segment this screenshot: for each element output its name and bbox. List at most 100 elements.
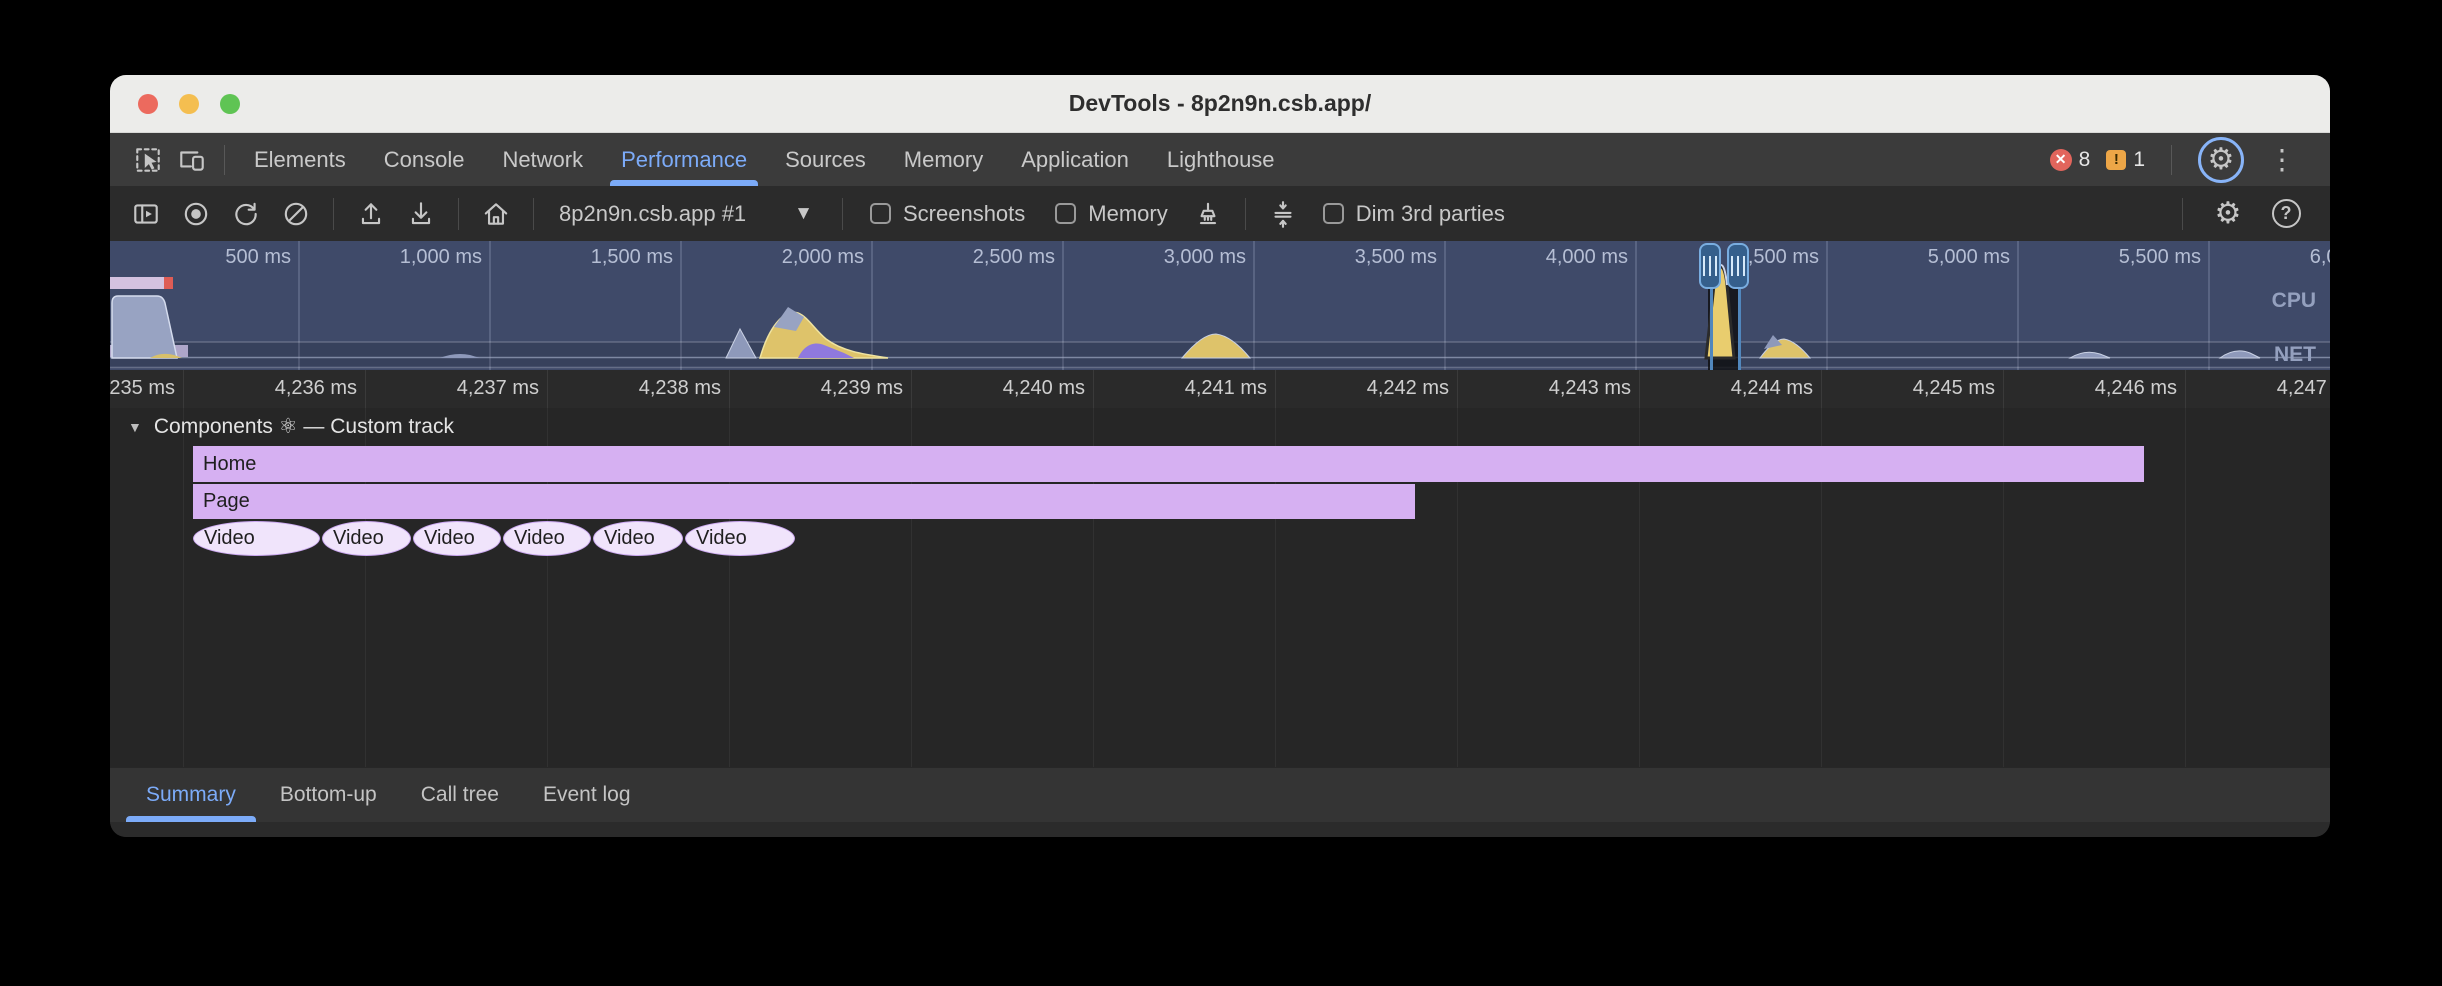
gridline	[365, 370, 366, 408]
track-bar-home[interactable]: Home	[193, 446, 2144, 482]
screenshots-checkbox[interactable]: Screenshots	[870, 201, 1025, 227]
gridline	[2185, 408, 2186, 767]
tab-application[interactable]: Application	[1002, 133, 1148, 186]
ruler-tick-label: 4,238 ms	[571, 377, 721, 400]
divider	[842, 198, 843, 230]
toggle-sidebar-button[interactable]	[124, 192, 168, 236]
ruler-tick-label: 4,247 ms	[2209, 377, 2330, 400]
tab-call-tree[interactable]: Call tree	[399, 768, 521, 822]
tab-event-log[interactable]: Event log	[521, 768, 653, 822]
capture-settings-button[interactable]: ⚙	[2206, 192, 2250, 236]
flame-chart[interactable]: ▼ Components ⚛ — Custom track HomePageVi…	[110, 408, 2330, 767]
settings-button-focused[interactable]: ⚙	[2198, 137, 2244, 183]
window-title: DevTools - 8p2n9n.csb.app/	[1069, 90, 1371, 117]
track-bar-page[interactable]: Page	[193, 484, 1415, 519]
ruler-tick-label: 4,241 ms	[1117, 377, 1267, 400]
toolbar-right: ⚙ ?	[2173, 192, 2316, 236]
grip-icon	[1731, 256, 1745, 276]
tab-network[interactable]: Network	[483, 133, 602, 186]
track-bar-video[interactable]: Video	[322, 521, 411, 556]
zoom-window-button[interactable]	[220, 94, 240, 114]
gridline	[1639, 370, 1640, 408]
close-window-button[interactable]	[138, 94, 158, 114]
ruler-tick-label: 4,242 ms	[1299, 377, 1449, 400]
load-profile-icon[interactable]	[349, 192, 393, 236]
collapse-tracks-icon[interactable]	[1261, 192, 1305, 236]
gridline	[2185, 370, 2186, 408]
tab-lighthouse[interactable]: Lighthouse	[1148, 133, 1294, 186]
details-tabbar: SummaryBottom-upCall treeEvent log	[110, 767, 2330, 822]
tab-bottom-up[interactable]: Bottom-up	[258, 768, 399, 822]
more-options-button[interactable]: ⋮	[2260, 138, 2304, 182]
ruler-tick-label: 4,240 ms	[935, 377, 1085, 400]
disclosure-triangle-icon[interactable]: ▼	[128, 419, 142, 435]
ruler-tick-label: 4,235 ms	[110, 377, 175, 400]
kebab-menu-icon: ⋮	[2268, 143, 2296, 176]
gear-icon: ⚙	[2215, 199, 2242, 229]
warning-count: 1	[2133, 148, 2145, 172]
checkbox-icon	[1323, 203, 1344, 224]
timeline-overview[interactable]: 500 ms1,000 ms1,500 ms2,000 ms2,500 ms3,…	[110, 241, 2330, 370]
gridline	[183, 408, 184, 767]
track-bar-video[interactable]: Video	[593, 521, 683, 556]
save-profile-icon[interactable]	[399, 192, 443, 236]
timeline-ruler[interactable]: 4,235 ms4,236 ms4,237 ms4,238 ms4,239 ms…	[110, 370, 2330, 408]
gridline	[729, 370, 730, 408]
error-count: 8	[2079, 148, 2091, 172]
panel-tabs: ElementsConsoleNetworkPerformanceSources…	[235, 133, 1294, 186]
custom-track-title: Components ⚛ — Custom track	[154, 414, 454, 439]
cpu-label: CPU	[2272, 289, 2316, 313]
tab-console[interactable]: Console	[365, 133, 484, 186]
checkbox-icon	[870, 203, 891, 224]
track-bar-video[interactable]: Video	[503, 521, 591, 556]
gridline	[2003, 370, 2004, 408]
device-toolbar-icon[interactable]	[170, 138, 214, 182]
dim-3rd-parties-checkbox[interactable]: Dim 3rd parties	[1323, 201, 1505, 227]
warning-icon: !	[2106, 150, 2126, 170]
tab-elements[interactable]: Elements	[235, 133, 365, 186]
titlebar: DevTools - 8p2n9n.csb.app/	[110, 75, 2330, 133]
performance-toolbar: 8p2n9n.csb.app #1 ▼ Screenshots Memory	[110, 186, 2330, 241]
traffic-lights	[138, 94, 240, 114]
ruler-tick-label: 4,237 ms	[389, 377, 539, 400]
record-button[interactable]	[174, 192, 218, 236]
reload-and-record-button[interactable]	[224, 192, 268, 236]
minimize-window-button[interactable]	[179, 94, 199, 114]
tab-summary[interactable]: Summary	[124, 768, 258, 822]
warning-badge[interactable]: ! 1	[2106, 148, 2145, 172]
track-bar-video[interactable]: Video	[685, 521, 795, 556]
tab-performance[interactable]: Performance	[602, 133, 766, 186]
divider	[224, 145, 225, 175]
clear-recording-button[interactable]	[274, 192, 318, 236]
error-icon: ✕	[2050, 149, 2072, 171]
home-icon[interactable]	[474, 192, 518, 236]
memory-checkbox[interactable]: Memory	[1055, 201, 1167, 227]
help-button[interactable]: ?	[2264, 192, 2308, 236]
history-selector[interactable]: 8p2n9n.csb.app #1	[559, 201, 746, 227]
ruler-tick-label: 4,245 ms	[1845, 377, 1995, 400]
divider	[2182, 198, 2183, 230]
track-bar-video[interactable]: Video	[413, 521, 501, 556]
question-mark-icon: ?	[2272, 199, 2301, 228]
divider	[2171, 145, 2172, 175]
ruler-tick-label: 4,246 ms	[2027, 377, 2177, 400]
cpu-activity-chart	[110, 241, 2330, 370]
custom-track-header[interactable]: ▼ Components ⚛ — Custom track	[128, 414, 454, 439]
divider	[333, 198, 334, 230]
selection-right-handle[interactable]	[1727, 243, 1749, 289]
selection-left-handle[interactable]	[1699, 243, 1721, 289]
gridline	[1457, 370, 1458, 408]
checkbox-icon	[1055, 203, 1076, 224]
inspect-element-icon[interactable]	[126, 138, 170, 182]
gridline	[183, 370, 184, 408]
grip-icon	[1703, 256, 1717, 276]
tab-memory[interactable]: Memory	[885, 133, 1002, 186]
tab-sources[interactable]: Sources	[766, 133, 885, 186]
error-badge[interactable]: ✕ 8	[2050, 148, 2091, 172]
gear-icon: ⚙	[2208, 145, 2235, 175]
track-bar-video[interactable]: Video	[193, 521, 320, 556]
divider	[458, 198, 459, 230]
chevron-down-icon[interactable]: ▼	[794, 203, 813, 225]
divider	[1245, 198, 1246, 230]
collect-garbage-icon[interactable]	[1186, 192, 1230, 236]
